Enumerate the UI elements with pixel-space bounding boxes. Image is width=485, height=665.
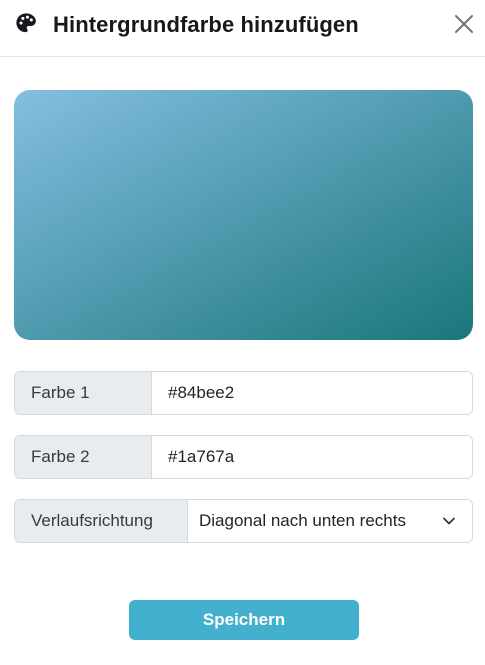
gradient-preview: [14, 90, 473, 340]
color1-field-group: Farbe 1: [14, 371, 473, 415]
color1-input[interactable]: [152, 372, 472, 414]
palette-icon: [16, 13, 36, 33]
color2-input[interactable]: [152, 436, 472, 478]
color1-label: Farbe 1: [15, 372, 152, 414]
direction-label: Verlaufsrichtung: [15, 500, 188, 542]
color2-label: Farbe 2: [15, 436, 152, 478]
direction-field-group: Verlaufsrichtung Diagonal nach unten rec…: [14, 499, 473, 543]
save-button[interactable]: Speichern: [129, 600, 359, 640]
color2-field-group: Farbe 2: [14, 435, 473, 479]
chevron-down-icon: [443, 517, 455, 525]
close-button[interactable]: [450, 10, 478, 38]
direction-select[interactable]: Diagonal nach unten rechts: [188, 500, 472, 542]
direction-select-value: Diagonal nach unten rechts: [199, 511, 406, 530]
close-icon: [455, 15, 473, 33]
dialog-title: Hintergrundfarbe hinzufügen: [53, 12, 359, 37]
dialog-header: Hintergrundfarbe hinzufügen: [0, 0, 485, 57]
